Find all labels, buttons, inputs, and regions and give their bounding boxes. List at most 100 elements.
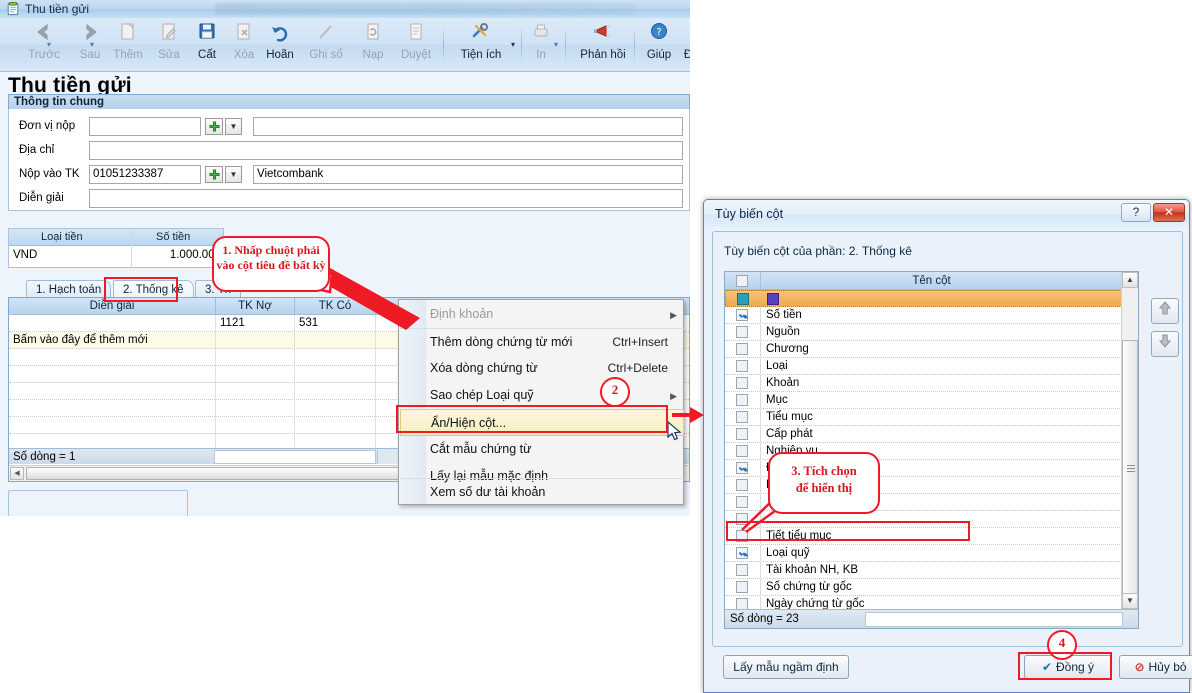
nopvaotk-input[interactable]: 01051233387 xyxy=(89,165,201,184)
list-item[interactable]: Nguồn xyxy=(725,324,1138,341)
row-checkbox[interactable] xyxy=(736,581,748,593)
toolbar-label: Trước xyxy=(28,49,60,61)
toolbar-button-truoc[interactable]: Trước xyxy=(18,21,70,62)
row-checkbox[interactable] xyxy=(736,428,748,440)
currency-grid-col-loaitien: Loại tiền xyxy=(41,231,83,243)
row-checkbox[interactable] xyxy=(736,496,748,508)
cancel-button-label: Hủy bỏ xyxy=(1148,660,1187,674)
toolbar-button-ghiso[interactable]: Ghi sổ xyxy=(300,21,352,62)
list-item-label: Số chứng từ gốc xyxy=(766,581,852,593)
list-item-label: Khoản xyxy=(766,377,800,389)
toolbar-button-sua[interactable]: Sửa xyxy=(147,21,191,62)
row-checkbox[interactable] xyxy=(736,547,748,559)
scroll-up-icon[interactable]: ▲ xyxy=(1122,272,1138,288)
chevron-down-icon[interactable]: ▾ xyxy=(554,40,558,49)
column-list-header[interactable]: Tên cột xyxy=(725,272,1138,290)
grid-col-tkno[interactable]: TK Nợ xyxy=(216,298,294,315)
cancel-button[interactable]: ⊘ Hủy bỏ xyxy=(1119,655,1192,679)
toolbar-button-in[interactable]: In xyxy=(526,21,556,62)
menu-item-xem-so-du-tai-khoan[interactable]: Xem số dư tài khoản xyxy=(400,478,684,506)
list-item-label: Mục xyxy=(766,394,788,406)
plus-icon xyxy=(209,169,220,180)
list-item-label: Tiểu mục xyxy=(766,411,813,423)
toolbar-button-overflow[interactable]: Đ xyxy=(681,21,690,62)
row-checkbox[interactable] xyxy=(736,343,748,355)
row-checkbox[interactable] xyxy=(736,309,748,321)
arrow-down-icon xyxy=(1158,334,1172,348)
list-item[interactable]: Tiểu mục xyxy=(725,409,1138,426)
row-divider xyxy=(760,392,761,408)
menu-item-cat-mau-chung-tu[interactable]: Cắt mẫu chứng từ xyxy=(400,436,684,463)
list-item[interactable]: Số chứng từ gốc xyxy=(725,579,1138,596)
add-document-icon xyxy=(104,21,152,49)
help-button[interactable]: ? xyxy=(1121,203,1151,222)
list-item-loai-quy[interactable]: Loại quỹ xyxy=(725,545,1138,562)
toolbar-button-hoan[interactable]: Hoãn xyxy=(259,21,301,62)
list-item-label: Loại quỹ xyxy=(766,547,810,559)
scroll-down-icon[interactable]: ▼ xyxy=(1122,593,1138,609)
row-checkbox[interactable] xyxy=(736,445,748,457)
row-checkbox[interactable] xyxy=(737,293,749,305)
scroll-left-icon[interactable]: ◀ xyxy=(10,467,24,480)
column-list: Tên cột Số tiền Nguồn Chương Loại Khoản … xyxy=(724,271,1139,629)
diengiai-input[interactable] xyxy=(89,189,683,208)
chevron-down-icon[interactable]: ▾ xyxy=(47,40,51,49)
list-item[interactable]: Loại xyxy=(725,358,1138,375)
menu-item-label: Xóa dòng chứng từ xyxy=(430,361,538,375)
list-item[interactable]: Tài khoản NH, KB xyxy=(725,562,1138,579)
chevron-down-icon[interactable]: ▾ xyxy=(511,40,515,49)
menu-item-them-dong-chung-tu-moi[interactable]: Thêm dòng chứng từ mới Ctrl+Insert xyxy=(400,328,684,356)
diachi-input[interactable] xyxy=(89,141,683,160)
menu-item-xoa-dong-chung-tu[interactable]: Xóa dòng chứng từ Ctrl+Delete xyxy=(400,355,684,382)
menu-to-dialog-arrowhead xyxy=(690,407,704,423)
move-down-button[interactable] xyxy=(1151,331,1179,357)
toolbar-button-giup[interactable]: ? Giúp xyxy=(640,21,678,62)
toolbar-label: Hoãn xyxy=(266,49,294,61)
list-item[interactable]: Mục xyxy=(725,392,1138,409)
tab-hach-toan[interactable]: 1. Hạch toán xyxy=(26,280,112,298)
donvinop-name-display xyxy=(253,117,683,136)
plus-icon xyxy=(209,121,220,132)
toolbar-button-nap[interactable]: Nạp xyxy=(352,21,394,62)
row-checkbox[interactable] xyxy=(736,394,748,406)
row-checkbox[interactable] xyxy=(736,411,748,423)
grid-col-tkco[interactable]: TK Có xyxy=(295,298,375,315)
row-checkbox[interactable] xyxy=(736,479,748,491)
menu-item-label: Xem số dư tài khoản xyxy=(430,485,546,499)
list-item[interactable]: Số tiền xyxy=(725,307,1138,324)
toolbar-button-phanhoi[interactable]: Phản hồi xyxy=(572,21,634,62)
menu-item-shortcut: Ctrl+Insert xyxy=(612,335,668,349)
donvinop-dropdown-button[interactable]: ▼ xyxy=(225,118,242,135)
list-item[interactable]: Cấp phát xyxy=(725,426,1138,443)
grid-row-count: Số dòng = 1 xyxy=(13,451,76,463)
add-lookup-button[interactable] xyxy=(205,166,223,183)
toolbar-button-duyet[interactable]: Duyệt xyxy=(392,21,440,62)
nopvaotk-dropdown-button[interactable]: ▼ xyxy=(225,166,242,183)
toolbar-button-them[interactable]: Thêm xyxy=(104,21,152,62)
currency-cell-loaitien: VND xyxy=(13,249,38,261)
default-template-button[interactable]: Lấy mẫu ngầm định xyxy=(723,655,849,679)
list-item[interactable]: Khoản xyxy=(725,375,1138,392)
scrollbar-thumb[interactable] xyxy=(1122,340,1138,595)
row-checkbox[interactable] xyxy=(736,360,748,372)
row-checkbox[interactable] xyxy=(736,326,748,338)
row-divider xyxy=(760,409,761,425)
donvinop-input[interactable] xyxy=(89,117,201,136)
row-divider xyxy=(760,341,761,357)
help-circle-icon: ? xyxy=(640,21,678,49)
toolbar-separator xyxy=(565,26,566,64)
row-checkbox[interactable] xyxy=(736,462,748,474)
toolbar-button-cat[interactable]: Cất xyxy=(186,21,228,62)
row-divider xyxy=(760,460,761,476)
list-vertical-scrollbar[interactable]: ▲ ▼ xyxy=(1121,272,1138,628)
list-item[interactable] xyxy=(725,290,1138,307)
chevron-down-icon[interactable]: ▾ xyxy=(90,40,94,49)
add-lookup-button[interactable] xyxy=(205,118,223,135)
close-icon[interactable]: ✕ xyxy=(1153,203,1185,222)
move-up-button[interactable] xyxy=(1151,298,1179,324)
list-item[interactable]: Chương xyxy=(725,341,1138,358)
menu-item-dinh-khoan[interactable]: Định khoản ▶ xyxy=(400,301,684,328)
toolbar-button-tienich[interactable]: Tiện ích xyxy=(452,21,510,62)
row-checkbox[interactable] xyxy=(736,377,748,389)
row-checkbox[interactable] xyxy=(736,564,748,576)
